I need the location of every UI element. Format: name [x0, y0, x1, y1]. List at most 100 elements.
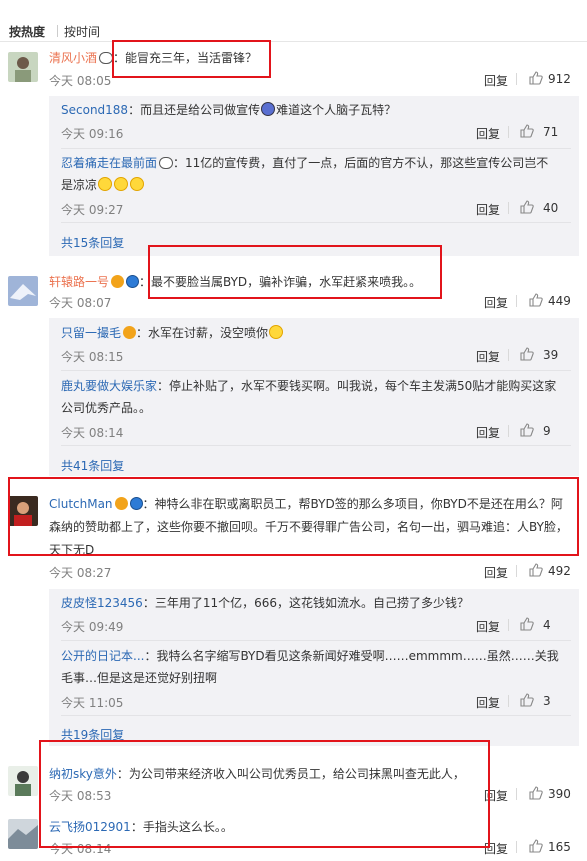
like-count: 492: [548, 564, 571, 578]
reply-time: 今天 08:15: [61, 350, 124, 364]
divider: [508, 349, 509, 361]
panda-icon: [99, 52, 114, 64]
thumbs-up-icon[interactable]: [520, 423, 534, 437]
reply-button[interactable]: 回复: [484, 564, 508, 581]
divider: [61, 445, 571, 446]
divider: [61, 222, 571, 223]
reply-button[interactable]: 回复: [476, 424, 500, 441]
emoji-icon: [269, 325, 284, 339]
divider: [508, 126, 509, 138]
divider: [508, 202, 509, 214]
reply-username[interactable]: 公开的日记本...: [61, 649, 144, 663]
thumbs-up-icon[interactable]: [529, 293, 543, 307]
reply-text-cont: 难道这个人脑子瓦特？: [276, 103, 397, 117]
highlight-box: [8, 477, 579, 556]
vip-badge-icon: [111, 275, 125, 288]
divider: [516, 295, 517, 307]
reply-username[interactable]: 忍着痛走在最前面: [61, 156, 157, 170]
divider: [516, 841, 517, 853]
avatar[interactable]: [8, 819, 38, 849]
sort-by-time[interactable]: 按时间: [64, 23, 100, 40]
like-count: 449: [548, 294, 571, 308]
like-count: 9: [543, 424, 551, 438]
divider: [516, 73, 517, 85]
like-count: 3: [543, 694, 551, 708]
reply-username[interactable]: 只留一撮毛: [61, 326, 121, 340]
thumbs-up-icon[interactable]: [520, 124, 534, 138]
emoji-icon: [130, 177, 145, 191]
reply-username[interactable]: Second188: [61, 103, 128, 117]
reply-text: ：停止补贴了，水军不要钱买啊。叫我说，每个车主发满50贴才能购买这家: [157, 379, 557, 393]
reply-text: ：而且还是给公司做宣传: [128, 103, 261, 117]
divider: [516, 788, 517, 800]
reply-panel: 皮皮怪123456：三年用了11个亿，666，这花钱如流水。自己捞了多少钱？ 今…: [49, 589, 579, 746]
reply-time: 今天 11:05: [61, 696, 124, 710]
reply-time: 今天 08:14: [61, 426, 124, 440]
reply-text: ：我特么名字缩写BYD看见这条新闻好难受啊……emmmm……虽然……关我: [144, 649, 559, 663]
reply-username[interactable]: 鹿丸要做大娱乐家: [61, 379, 157, 393]
reply-text-cont: 毛事…但是这是还觉好别扭啊: [61, 671, 218, 685]
highlight-box: [148, 245, 442, 299]
divider: [508, 425, 509, 437]
divider: [516, 565, 517, 577]
reply-text-cont: 公司优秀产品。。: [61, 401, 152, 415]
emoji-icon: [98, 177, 113, 191]
reply-time: 今天 09:16: [61, 127, 124, 141]
avatar[interactable]: [8, 52, 38, 82]
avatar[interactable]: [8, 766, 38, 796]
comment-username[interactable]: 轩辕路一号: [49, 275, 109, 289]
comment-time: 今天 08:05: [49, 74, 112, 88]
thumbs-up-icon[interactable]: [529, 839, 543, 853]
reply-button[interactable]: 回复: [476, 125, 500, 142]
like-count: 40: [543, 201, 559, 215]
like-count: 4: [543, 618, 551, 632]
reply-username[interactable]: 皮皮怪123456: [61, 596, 143, 610]
divider: [508, 695, 509, 707]
reply-time: 今天 09:49: [61, 620, 124, 634]
divider: [61, 148, 571, 149]
divider: [508, 619, 509, 631]
like-count: 39: [543, 348, 559, 362]
reply-button[interactable]: 回复: [476, 694, 500, 711]
avatar[interactable]: [8, 276, 38, 306]
divider: [61, 370, 571, 371]
thumbs-up-icon[interactable]: [520, 617, 534, 631]
reply-panel: 只留一撮毛 ：水军在讨薪，没空喷你 今天 08:15 回复 39 鹿丸要做大娱乐家…: [49, 318, 579, 476]
thumbs-up-icon[interactable]: [520, 693, 534, 707]
like-count: 390: [548, 787, 571, 801]
thumbs-up-icon[interactable]: [520, 347, 534, 361]
comment-time: 今天 08:07: [49, 296, 112, 310]
panda-icon: [159, 157, 174, 169]
reply-text: ：水军在讨薪，没空喷你: [136, 326, 269, 340]
reply-text: ：三年用了11个亿，666，这花钱如流水。自己捞了多少钱？: [142, 596, 469, 610]
reply-text: ：11亿的宣传费，直付了一点，后面的官方不认，那这些宣传公司岂不: [173, 156, 549, 170]
like-count: 165: [548, 840, 571, 854]
emoji-icon: [114, 177, 129, 191]
reply-text-cont: 是凉凉: [61, 178, 98, 192]
like-count: 912: [548, 72, 571, 86]
reply-button[interactable]: 回复: [476, 618, 500, 635]
highlight-box: [39, 740, 490, 848]
more-replies-link[interactable]: 共41条回复: [61, 457, 124, 474]
divider: [61, 715, 571, 716]
divider: [61, 640, 571, 641]
verified-icon: [126, 275, 140, 288]
reply-button[interactable]: 回复: [476, 348, 500, 365]
reply-time: 今天 09:27: [61, 203, 124, 217]
like-count: 71: [543, 125, 559, 139]
reply-button[interactable]: 回复: [484, 72, 508, 89]
thumbs-up-icon[interactable]: [529, 71, 543, 85]
reply-button[interactable]: 回复: [484, 294, 508, 311]
sort-bar: 按热度 按时间: [0, 0, 587, 42]
comment-time: 今天 08:27: [49, 566, 112, 580]
vip-badge-icon: [123, 326, 137, 339]
highlight-box: [112, 40, 271, 78]
thumbs-up-icon[interactable]: [520, 200, 534, 214]
thumbs-up-icon[interactable]: [529, 563, 543, 577]
thumbs-up-icon[interactable]: [529, 786, 543, 800]
comment-username[interactable]: 清风小酒: [49, 51, 97, 65]
sort-by-hot[interactable]: 按热度: [9, 23, 45, 40]
more-replies-link[interactable]: 共15条回复: [61, 234, 124, 251]
reply-button[interactable]: 回复: [476, 201, 500, 218]
emoji-icon: [261, 102, 276, 116]
